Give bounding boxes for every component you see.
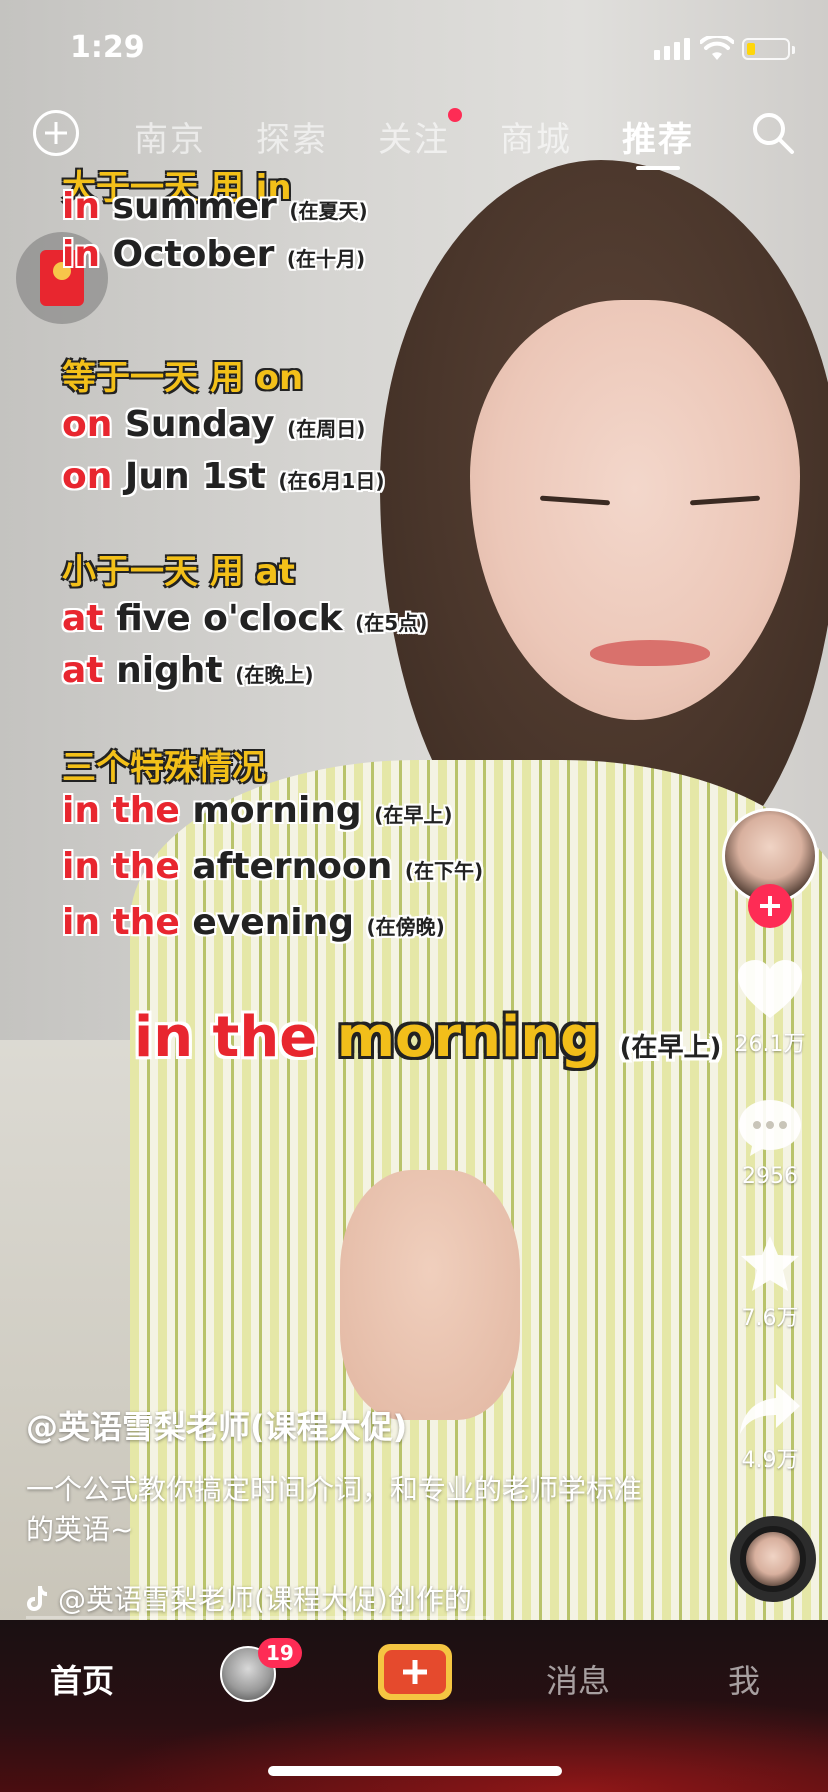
status-bar: 1:29 [0,0,828,98]
lesson-row: in October (在十月) [62,234,365,275]
tab-following[interactable]: 关注 [378,112,450,161]
video-progress-bar[interactable] [26,1616,490,1619]
lesson-note: (在6月1日) [278,469,385,493]
lesson-heading: 小于一天 用 at [62,544,295,593]
lesson-word: evening [192,902,354,943]
video-caption: @英语雪梨老师(课程大促) 一个公式教你搞定时间介词，和专业的老师学标准的英语~… [26,1402,646,1618]
video-description: 一个公式教你搞定时间介词，和专业的老师学标准的英语~ [26,1473,643,1546]
tab-home[interactable]: 首页 [50,1656,114,1702]
subtitle-word: morning [336,1005,601,1070]
lesson-word: five o'clock [116,598,343,639]
battery-icon [742,38,795,60]
tab-messages[interactable]: 消息 [546,1656,610,1702]
follow-button[interactable] [748,884,792,928]
plus-icon [384,1650,446,1694]
heading-rule: 用 on [209,358,304,398]
music-title: @英语雪梨老师(课程大促)创作的 [58,1583,472,1616]
like-count: 26.1万 [734,1032,806,1057]
lesson-note: (在夏天) [289,199,368,223]
status-time: 1:29 [70,30,145,65]
comment-button[interactable]: 2956 [720,1098,820,1189]
heart-icon [738,960,802,1018]
tiktok-note-icon [27,1586,47,1611]
heading-text: 三个特殊情况 [62,748,266,788]
tab-recommended[interactable]: 推荐 [622,112,694,161]
lesson-keyword: in the [62,790,180,831]
lesson-note: (在5点) [355,611,428,635]
lesson-word: October [112,234,275,275]
lesson-row: in summer (在夏天) [62,186,368,227]
tab-me[interactable]: 我 [728,1656,760,1702]
home-indicator [268,1766,562,1776]
lesson-note: (在下午) [404,859,484,883]
music-cover [746,1532,800,1586]
lesson-heading: 等于一天 用 on [62,350,303,399]
lesson-heading: 三个特殊情况 [62,740,266,789]
lesson-keyword: at [62,650,104,691]
music-disc[interactable] [730,1516,816,1602]
star-icon [741,1236,799,1291]
lesson-keyword: in [62,234,100,275]
lesson-keyword: on [62,404,113,445]
like-button[interactable]: 26.1万 [720,958,820,1058]
search-icon[interactable] [750,110,796,156]
lesson-row: in the afternoon (在下午) [62,846,483,887]
active-tab-indicator [636,166,680,170]
lesson-note: (在十月) [286,247,366,271]
lesson-word: summer [112,186,277,227]
lesson-word: Jun 1st [124,456,266,497]
favorite-button[interactable]: 7.6万 [720,1234,820,1332]
lesson-note: (在早上) [374,803,453,827]
share-arrow-icon [740,1384,800,1434]
lesson-row: in the morning (在早上) [62,790,453,831]
lesson-word: night [116,650,223,691]
lesson-word: morning [192,790,362,831]
lesson-keyword: at [62,598,104,639]
lesson-note: (在傍晚) [366,915,445,939]
lesson-word: Sunday [124,404,275,445]
battery-level [747,43,755,55]
create-button[interactable] [378,1644,452,1700]
music-row[interactable]: @英语雪梨老师(课程大促)创作的 [26,1578,646,1618]
subtitle-note: (在早上) [619,1033,722,1063]
heading-text: 小于一天 [62,552,198,592]
comment-icon [739,1100,801,1156]
lesson-note: (在晚上) [235,663,314,687]
share-button[interactable]: 4.9万 [720,1382,820,1474]
lesson-row: on Jun 1st (在6月1日) [62,456,384,497]
comment-count: 2956 [742,1164,798,1189]
favorite-count: 7.6万 [741,1306,799,1331]
lesson-row: on Sunday (在周日) [62,404,365,445]
lesson-word: afternoon [192,846,393,887]
heading-text: 等于一天 [62,358,198,398]
lesson-row: at five o'clock (在5点) [62,598,427,639]
subtitle-keyword: in the [134,1005,318,1070]
lesson-keyword: in the [62,846,180,887]
friends-badge: 19 [258,1638,302,1668]
tab-nanjing[interactable]: 南京 [134,112,206,161]
tab-explore[interactable]: 探索 [256,112,328,161]
cellular-signal-icon [654,38,690,60]
lesson-note: (在周日) [287,417,366,441]
lesson-row: at night (在晚上) [62,650,313,691]
lesson-keyword: in [62,186,100,227]
share-count: 4.9万 [741,1448,799,1473]
lesson-keyword: in the [62,902,180,943]
heading-rule: 用 at [209,552,295,592]
author-name[interactable]: @英语雪梨老师(课程大促) [26,1402,646,1448]
lesson-row: in the evening (在傍晚) [62,902,445,943]
tab-mall[interactable]: 商城 [500,112,572,161]
presenter-lips [590,640,710,666]
notification-dot [448,108,462,122]
presenter-hand [340,1170,520,1420]
add-icon[interactable] [33,110,79,156]
lesson-keyword: on [62,456,113,497]
wifi-icon [700,36,734,60]
video-subtitle: in the morning (在早上) [134,1005,721,1070]
